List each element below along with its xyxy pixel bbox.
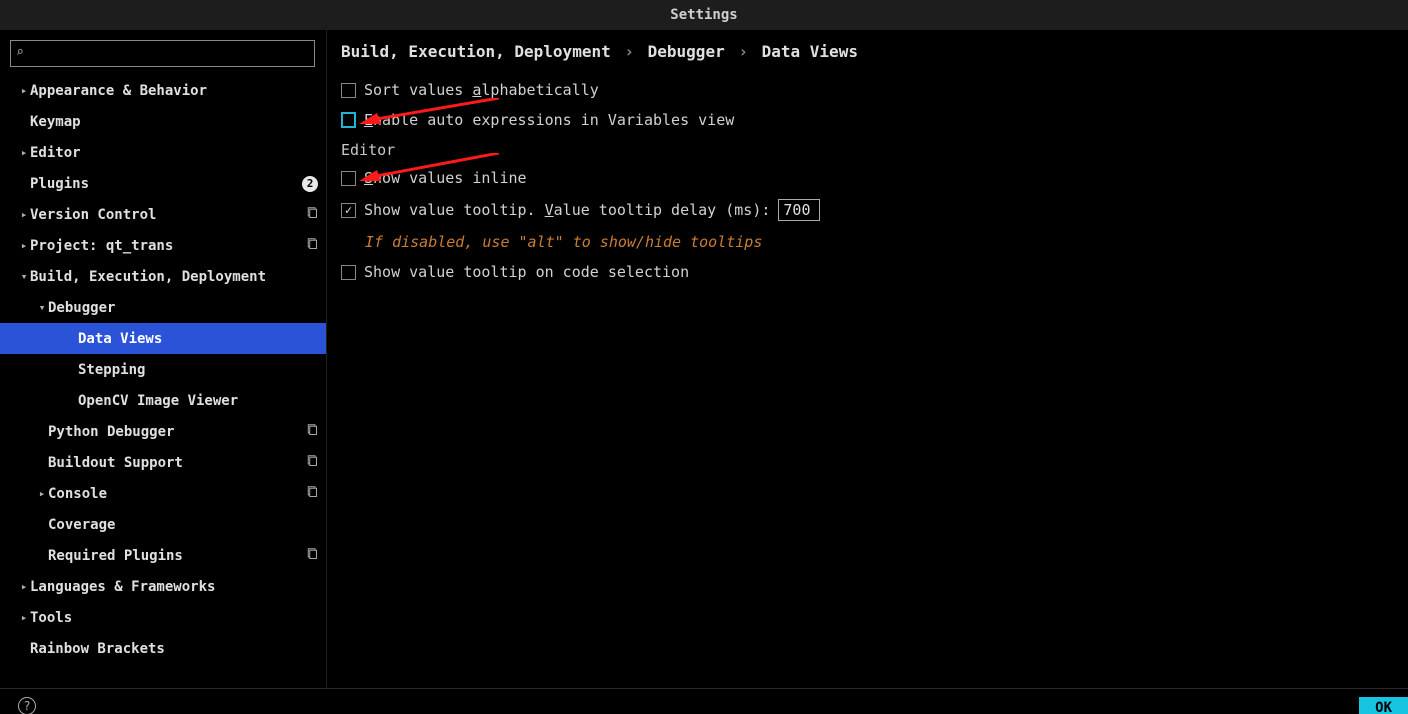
sidebar-item[interactable]: Python Debugger bbox=[0, 416, 326, 447]
settings-tree: ▸Appearance & BehaviorKeymap▸EditorPlugi… bbox=[0, 75, 326, 664]
sidebar-item[interactable]: ▾Debugger bbox=[0, 292, 326, 323]
sidebar-item[interactable]: Coverage bbox=[0, 509, 326, 540]
project-scope-icon bbox=[306, 486, 318, 501]
opt-sort-alpha[interactable]: Sort values alphabetically bbox=[341, 81, 1394, 99]
sidebar-item[interactable]: ▸Version Control bbox=[0, 199, 326, 230]
sidebar-item-label: Build, Execution, Deployment bbox=[30, 269, 318, 285]
breadcrumb-sep: › bbox=[624, 42, 634, 61]
settings-content: Build, Execution, Deployment › Debugger … bbox=[327, 30, 1408, 688]
tooltip-hint: If disabled, use "alt" to show/hide tool… bbox=[365, 233, 1394, 251]
main: ⌕ ▸Appearance & BehaviorKeymap▸EditorPlu… bbox=[0, 30, 1408, 688]
sidebar-item-label: Coverage bbox=[48, 517, 318, 533]
checkbox-inline[interactable] bbox=[341, 171, 356, 186]
opt-label: Enable auto expressions in Variables vie… bbox=[364, 111, 734, 129]
sidebar-item-label: Required Plugins bbox=[48, 548, 306, 564]
checkbox-tooltip-sel[interactable] bbox=[341, 265, 356, 280]
breadcrumb-c: Data Views bbox=[762, 42, 858, 61]
breadcrumb-b: Debugger bbox=[648, 42, 725, 61]
sidebar-item[interactable]: Rainbow Brackets bbox=[0, 633, 326, 664]
chevron-down-icon: ▾ bbox=[18, 270, 30, 283]
chevron-right-icon: ▸ bbox=[18, 208, 30, 221]
opt-tooltip-sel[interactable]: Show value tooltip on code selection bbox=[341, 263, 1394, 281]
tooltip-delay-input[interactable] bbox=[778, 199, 820, 221]
project-scope-icon bbox=[306, 238, 318, 253]
sidebar-item[interactable]: Buildout Support bbox=[0, 447, 326, 478]
sidebar-item[interactable]: ▾Build, Execution, Deployment bbox=[0, 261, 326, 292]
sidebar-item-label: Plugins bbox=[30, 176, 302, 192]
opt-label: Show value tooltip on code selection bbox=[364, 263, 689, 281]
sidebar-item-label: Stepping bbox=[78, 362, 318, 378]
chevron-down-icon: ▾ bbox=[36, 301, 48, 314]
sidebar-item-label: Keymap bbox=[30, 114, 318, 130]
settings-sidebar: ⌕ ▸Appearance & BehaviorKeymap▸EditorPlu… bbox=[0, 30, 327, 688]
opt-inline[interactable]: Show values inline bbox=[341, 169, 1394, 187]
opt-auto-expr[interactable]: Enable auto expressions in Variables vie… bbox=[341, 111, 1394, 129]
chevron-right-icon: ▸ bbox=[18, 84, 30, 97]
project-scope-icon bbox=[306, 455, 318, 470]
sidebar-item[interactable]: ▸Tools bbox=[0, 602, 326, 633]
project-scope-icon bbox=[306, 424, 318, 439]
sidebar-item-label: Console bbox=[48, 486, 306, 502]
sidebar-item-label: Buildout Support bbox=[48, 455, 306, 471]
sidebar-item[interactable]: ▸Project: qt_trans bbox=[0, 230, 326, 261]
sidebar-item-label: Editor bbox=[30, 145, 318, 161]
chevron-right-icon: ▸ bbox=[18, 580, 30, 593]
sidebar-item-label: Appearance & Behavior bbox=[30, 83, 318, 99]
sidebar-item-label: Python Debugger bbox=[48, 424, 306, 440]
chevron-right-icon: ▸ bbox=[18, 239, 30, 252]
footer: ? OK bbox=[0, 688, 1408, 714]
sidebar-item-label: Project: qt_trans bbox=[30, 238, 306, 254]
sidebar-item[interactable]: Stepping bbox=[0, 354, 326, 385]
breadcrumb-a: Build, Execution, Deployment bbox=[341, 42, 611, 61]
project-scope-icon bbox=[306, 548, 318, 563]
opt-tooltip[interactable]: Show value tooltip. Value tooltip delay … bbox=[341, 199, 1394, 221]
sidebar-item[interactable]: Keymap bbox=[0, 106, 326, 137]
chevron-right-icon: ▸ bbox=[18, 146, 30, 159]
sidebar-item-label: Debugger bbox=[48, 300, 318, 316]
sidebar-item-label: Tools bbox=[30, 610, 318, 626]
sidebar-item[interactable]: Plugins2 bbox=[0, 168, 326, 199]
search-input[interactable] bbox=[10, 40, 315, 67]
help-button[interactable]: ? bbox=[18, 697, 36, 714]
sidebar-item-label: Data Views bbox=[78, 331, 318, 347]
sidebar-item[interactable]: Data Views bbox=[0, 323, 326, 354]
checkbox-tooltip[interactable] bbox=[341, 203, 356, 218]
ok-button[interactable]: OK bbox=[1359, 697, 1408, 714]
sidebar-item-label: Rainbow Brackets bbox=[30, 641, 318, 657]
opt-label: Show values inline bbox=[364, 169, 527, 187]
sidebar-item-label: Languages & Frameworks bbox=[30, 579, 318, 595]
sidebar-item-label: OpenCV Image Viewer bbox=[78, 393, 318, 409]
sidebar-item[interactable]: ▸Editor bbox=[0, 137, 326, 168]
checkbox-sort-alpha[interactable] bbox=[341, 83, 356, 98]
titlebar: Settings bbox=[0, 0, 1408, 30]
chevron-right-icon: ▸ bbox=[36, 487, 48, 500]
breadcrumb-sep: › bbox=[738, 42, 748, 61]
window-title: Settings bbox=[670, 7, 737, 23]
opt-label: Show value tooltip. Value tooltip delay … bbox=[364, 201, 770, 219]
breadcrumb: Build, Execution, Deployment › Debugger … bbox=[341, 42, 1394, 61]
sidebar-item[interactable]: Required Plugins bbox=[0, 540, 326, 571]
sidebar-item[interactable]: ▸Console bbox=[0, 478, 326, 509]
sidebar-item[interactable]: ▸Appearance & Behavior bbox=[0, 75, 326, 106]
section-editor: Editor bbox=[341, 141, 1394, 159]
sidebar-item[interactable]: ▸Languages & Frameworks bbox=[0, 571, 326, 602]
chevron-right-icon: ▸ bbox=[18, 611, 30, 624]
sidebar-item[interactable]: OpenCV Image Viewer bbox=[0, 385, 326, 416]
update-count-badge: 2 bbox=[302, 176, 318, 192]
opt-label: Sort values alphabetically bbox=[364, 81, 599, 99]
sidebar-item-label: Version Control bbox=[30, 207, 306, 223]
checkbox-auto-expr[interactable] bbox=[341, 112, 356, 128]
project-scope-icon bbox=[306, 207, 318, 222]
